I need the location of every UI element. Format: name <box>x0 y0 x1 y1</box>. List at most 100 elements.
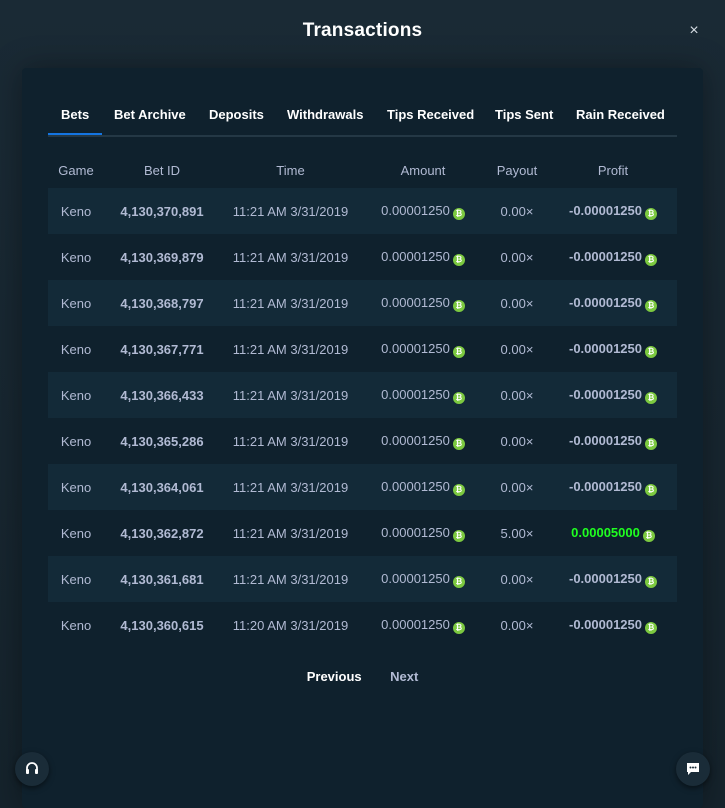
bitcoin-icon: ₿ <box>452 621 465 634</box>
bet-id-link[interactable]: 4,130,367,771 <box>104 326 220 372</box>
profit-value: -0.00001250 <box>568 616 642 632</box>
column-header-time: Time <box>276 162 305 178</box>
bitcoin-icon: ₿ <box>452 299 465 312</box>
time-cell: 11:21 AM 3/31/2019 <box>220 464 361 510</box>
amount-cell: 0.00001250 ₿ <box>361 280 485 326</box>
table-row[interactable]: Keno 4,130,361,681 11:21 AM 3/31/2019 0.000… <box>48 556 677 602</box>
game-cell: Keno <box>48 234 104 280</box>
close-icon: × <box>689 22 699 39</box>
time-cell: 11:21 AM 3/31/2019 <box>220 188 361 234</box>
profit-cell: 0.00005000 ₿ <box>549 510 677 556</box>
table-row[interactable]: Keno 4,130,365,286 11:21 AM 3/31/2019 0.000… <box>48 418 677 464</box>
table-row[interactable]: Keno 4,130,367,771 11:21 AM 3/31/2019 0.000… <box>48 326 677 372</box>
table-row[interactable]: Keno 4,130,369,879 11:21 AM 3/31/2019 0.000… <box>48 234 677 280</box>
amount-cell: 0.00001250 ₿ <box>361 418 485 464</box>
payout-cell: 0.00× <box>485 188 549 234</box>
table-row[interactable]: Keno 4,130,370,891 11:21 AM 3/31/2019 0.000… <box>48 188 677 234</box>
payout-cell: 0.00× <box>485 602 549 648</box>
payout-cell: 5.00× <box>485 510 549 556</box>
bet-id-link[interactable]: 4,130,366,433 <box>104 372 220 418</box>
time-cell: 11:21 AM 3/31/2019 <box>220 372 361 418</box>
amount-cell: 0.00001250 ₿ <box>361 372 485 418</box>
bitcoin-icon: ₿ <box>645 345 657 358</box>
profit-cell: -0.00001250 ₿ <box>549 188 677 234</box>
bitcoin-icon: ₿ <box>645 621 657 634</box>
amount-value: 0.00001250 <box>381 202 450 218</box>
time-cell: 11:20 AM 3/31/2019 <box>220 602 361 648</box>
bet-id-link[interactable]: 4,130,369,879 <box>104 234 220 280</box>
payout-cell: 0.00× <box>485 418 549 464</box>
support-button[interactable] <box>15 752 49 786</box>
table-row[interactable]: Keno 4,130,364,061 11:21 AM 3/31/2019 0.000… <box>48 464 677 510</box>
table-row[interactable]: Keno 4,130,362,872 11:21 AM 3/31/2019 0.000… <box>48 510 677 556</box>
bet-id-link[interactable]: 4,130,368,797 <box>104 280 220 326</box>
profit-cell: -0.00001250 ₿ <box>549 418 677 464</box>
table-row[interactable]: Keno 4,130,368,797 11:21 AM 3/31/2019 0.000… <box>48 280 677 326</box>
amount-value: 0.00001250 <box>381 478 450 494</box>
payout-cell: 0.00× <box>485 372 549 418</box>
bet-id-link[interactable]: 4,130,361,681 <box>104 556 220 602</box>
profit-value: 0.00005000 <box>571 524 640 540</box>
payout-cell: 0.00× <box>485 326 549 372</box>
game-cell: Keno <box>48 188 104 234</box>
amount-value: 0.00001250 <box>381 570 450 586</box>
column-header-game: Game <box>58 162 94 178</box>
modal-title: Transactions <box>302 20 423 41</box>
game-cell: Keno <box>48 418 104 464</box>
headset-icon <box>26 762 38 774</box>
profit-cell: -0.00001250 ₿ <box>549 280 677 326</box>
amount-cell: 0.00001250 ₿ <box>361 188 485 234</box>
amount-value: 0.00001250 <box>381 616 450 632</box>
tab-tips-received[interactable]: Tips Received <box>387 107 474 122</box>
bet-id-link[interactable]: 4,130,364,061 <box>104 464 220 510</box>
tab-deposits[interactable]: Deposits <box>209 107 264 122</box>
payout-cell: 0.00× <box>485 556 549 602</box>
time-cell: 11:21 AM 3/31/2019 <box>220 280 361 326</box>
profit-value: -0.00001250 <box>568 386 642 402</box>
profit-value: -0.00001250 <box>568 432 642 448</box>
amount-value: 0.00001250 <box>381 248 450 264</box>
chat-button[interactable] <box>676 752 710 786</box>
profit-value: -0.00001250 <box>568 478 642 494</box>
table-row[interactable]: Keno 4,130,366,433 11:21 AM 3/31/2019 0.000… <box>48 372 677 418</box>
amount-value: 0.00001250 <box>381 294 450 310</box>
next-page-button[interactable]: Next <box>390 669 418 684</box>
profit-value: -0.00001250 <box>568 248 642 264</box>
previous-page-button[interactable]: Previous <box>307 669 362 684</box>
profit-value: -0.00001250 <box>568 202 642 218</box>
table-row[interactable]: Keno 4,130,360,615 11:20 AM 3/31/2019 0.000… <box>48 602 677 648</box>
profit-value: -0.00001250 <box>568 340 642 356</box>
profit-cell: -0.00001250 ₿ <box>549 464 677 510</box>
bitcoin-icon: ₿ <box>642 529 655 542</box>
tab-tips-sent[interactable]: Tips Sent <box>495 107 553 122</box>
bitcoin-icon: ₿ <box>645 253 657 266</box>
tab-bar: Bets Bet Archive Deposits Withdrawals Ti… <box>47 100 677 137</box>
tab-bets[interactable]: Bets <box>47 107 103 135</box>
profit-value: -0.00001250 <box>568 570 642 586</box>
pagination: Previous Next <box>22 668 703 686</box>
bitcoin-icon: ₿ <box>645 207 657 220</box>
bitcoin-icon: ₿ <box>452 253 465 266</box>
tab-bet-archive[interactable]: Bet Archive <box>114 107 186 122</box>
amount-cell: 0.00001250 ₿ <box>361 326 485 372</box>
profit-cell: -0.00001250 ₿ <box>549 326 677 372</box>
amount-value: 0.00001250 <box>381 386 450 402</box>
profit-cell: -0.00001250 ₿ <box>549 372 677 418</box>
tab-rain-received[interactable]: Rain Received <box>576 107 665 122</box>
profit-cell: -0.00001250 ₿ <box>549 556 677 602</box>
amount-value: 0.00001250 <box>381 340 450 356</box>
column-header-amount: Amount <box>400 162 446 178</box>
payout-cell: 0.00× <box>485 280 549 326</box>
game-cell: Keno <box>48 556 104 602</box>
close-button[interactable]: × <box>685 22 703 40</box>
time-cell: 11:21 AM 3/31/2019 <box>220 556 361 602</box>
column-header-payout: Payout <box>496 162 538 178</box>
bet-id-link[interactable]: 4,130,360,615 <box>104 602 220 648</box>
bitcoin-icon: ₿ <box>645 391 657 404</box>
bet-id-link[interactable]: 4,130,365,286 <box>104 418 220 464</box>
game-cell: Keno <box>48 372 104 418</box>
tab-withdrawals[interactable]: Withdrawals <box>287 107 363 122</box>
bet-id-link[interactable]: 4,130,362,872 <box>104 510 220 556</box>
game-cell: Keno <box>48 602 104 648</box>
bet-id-link[interactable]: 4,130,370,891 <box>104 188 220 234</box>
